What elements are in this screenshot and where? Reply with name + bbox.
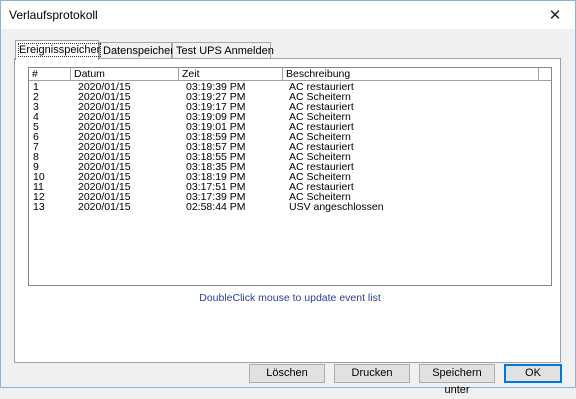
cell-number: 13 [33, 201, 45, 213]
list-item[interactable]: 13 2020/01/15 02:58:44 PM USV angeschlossen [29, 201, 551, 213]
cell-time: 02:58:44 PM [186, 201, 246, 213]
close-icon: ✕ [548, 7, 562, 24]
tab-ereignisspeicher[interactable]: Ereignisspeicher [15, 40, 102, 60]
column-header-time[interactable]: Zeit [179, 68, 283, 81]
cell-date: 2020/01/15 [78, 201, 131, 213]
list-rows: 1 2020/01/15 03:19:39 PM AC restauriert 2 202… [29, 82, 551, 213]
delete-button[interactable]: Löschen [249, 364, 325, 383]
event-list[interactable]: # Datum Zeit Beschreibung 1 2020/01/15 03:… [28, 67, 552, 286]
cell-description: USV angeschlossen [289, 201, 384, 213]
column-header-filler [539, 68, 551, 81]
tab-datenspeicher[interactable]: Datenspeicher [99, 42, 174, 59]
window-title: Verlaufsprotokoll [9, 8, 98, 22]
tab-label: Ereignisspeicher [17, 43, 102, 57]
tab-test-ups-anmelden[interactable]: Test UPS Anmelden [172, 42, 274, 59]
title-bar: Verlaufsprotokoll ✕ [1, 1, 575, 29]
column-header-date[interactable]: Datum [71, 68, 179, 81]
column-header-number[interactable]: # [29, 68, 71, 81]
list-header: # Datum Zeit Beschreibung [29, 68, 551, 81]
print-button[interactable]: Drucken [334, 364, 410, 383]
update-hint: DoubleClick mouse to update event list [199, 292, 381, 304]
column-header-description[interactable]: Beschreibung [283, 68, 539, 81]
close-button[interactable]: ✕ [535, 1, 575, 29]
tab-label: Test UPS Anmelden [176, 45, 274, 57]
tab-label: Datenspeicher [103, 45, 174, 57]
ok-button[interactable]: OK [504, 364, 562, 383]
save-as-button[interactable]: Speichern unter [419, 364, 495, 396]
